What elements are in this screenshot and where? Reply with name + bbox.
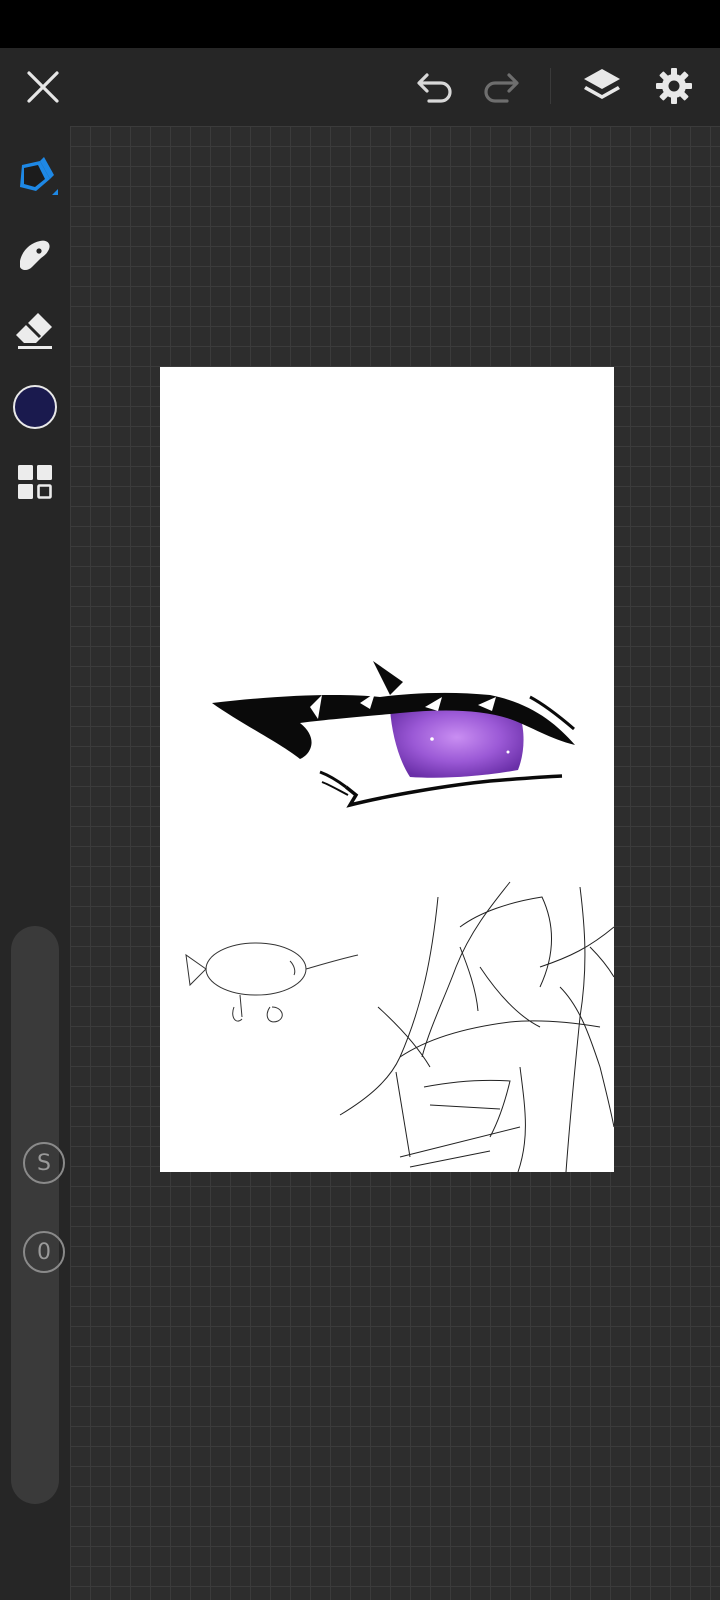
layers-icon: [584, 69, 620, 99]
grid-icon: [18, 465, 52, 499]
gear-icon: [656, 68, 692, 104]
close-button[interactable]: [22, 66, 64, 108]
eraser-tool-button[interactable]: [0, 302, 70, 358]
opacity-slider-label: 0: [37, 1239, 51, 1265]
toolbar-divider: [550, 68, 551, 104]
close-icon: [27, 71, 59, 103]
redo-button[interactable]: [480, 66, 522, 108]
smudge-icon: [20, 240, 50, 270]
tool-sidebar: S 0: [0, 126, 70, 1600]
fish-doodle: [185, 942, 359, 1023]
brush-slider-track[interactable]: S 0: [11, 926, 65, 1504]
top-toolbar: [0, 48, 720, 126]
eye-drawing: [212, 661, 575, 808]
drawing-workspace[interactable]: [70, 126, 720, 1600]
size-slider-knob[interactable]: S: [23, 1142, 65, 1184]
smudge-tool-button[interactable]: [0, 226, 70, 282]
undo-button[interactable]: [414, 66, 456, 108]
redo-icon: [484, 73, 519, 103]
color-swatch: [13, 385, 57, 429]
color-picker-button[interactable]: [0, 379, 70, 435]
more-tools-button[interactable]: [0, 454, 70, 510]
settings-button[interactable]: [652, 64, 696, 108]
opacity-slider-knob[interactable]: 0: [23, 1231, 65, 1273]
status-bar: [0, 0, 720, 48]
eraser-icon: [16, 313, 52, 349]
size-slider-label: S: [37, 1150, 51, 1176]
drawing-canvas[interactable]: [160, 367, 615, 1173]
pen-icon: [20, 157, 58, 195]
canvas-artwork: [185, 661, 615, 1173]
scribble-sketch: [339, 881, 615, 1173]
undo-icon: [417, 73, 452, 103]
pen-tool-button[interactable]: [0, 150, 70, 206]
layers-button[interactable]: [580, 64, 624, 108]
